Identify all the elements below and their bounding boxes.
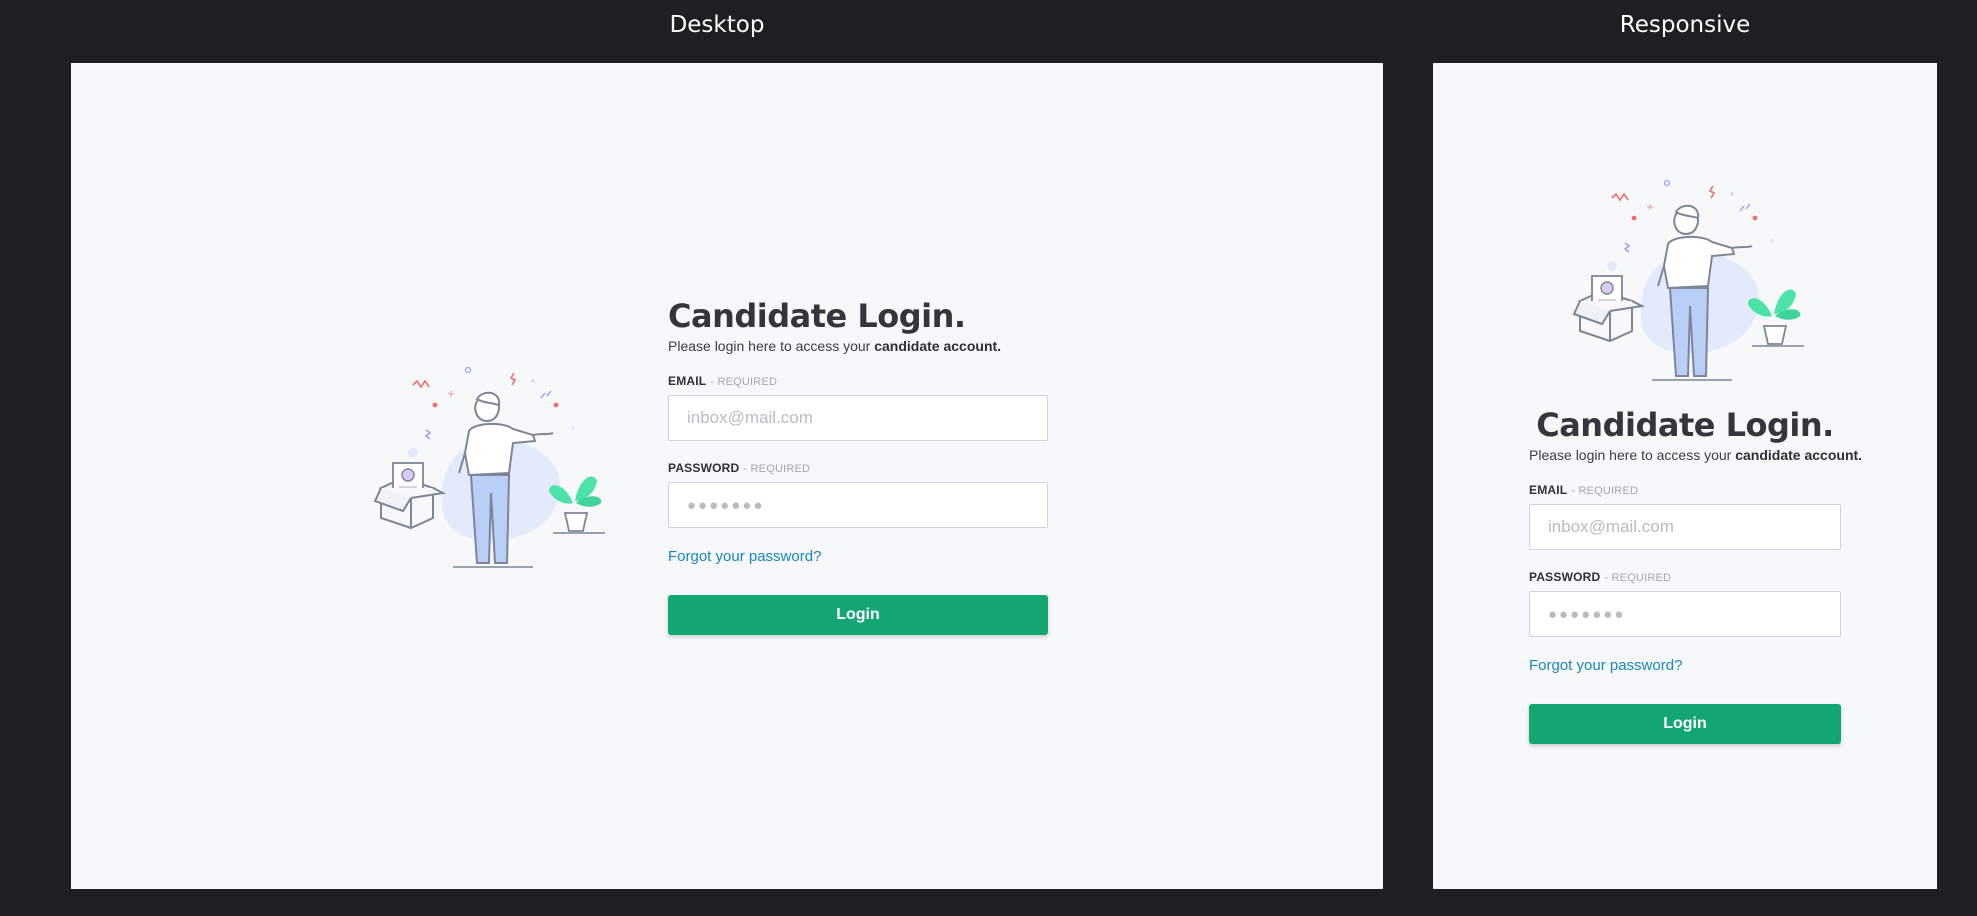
desktop-preview: Candidate Login. Please login here to ac… <box>71 63 1383 889</box>
page-title: Candidate Login. <box>668 297 966 335</box>
candidate-illustration-svg <box>373 366 605 568</box>
forgot-password-link[interactable]: Forgot your password? <box>668 548 1048 565</box>
email-label-text: EMAIL <box>668 374 707 388</box>
page-subtitle: Please login here to access your candida… <box>1529 447 1862 463</box>
email-label: EMAIL - REQUIRED <box>668 374 1048 388</box>
login-button[interactable]: Login <box>668 595 1048 635</box>
password-required-text: - REQUIRED <box>1604 572 1672 584</box>
login-form: Candidate Login. Please login here to ac… <box>1529 405 1862 744</box>
subtitle-emphasis: candidate account. <box>1735 447 1863 463</box>
email-label: EMAIL - REQUIRED <box>1529 483 1841 497</box>
subtitle-text: Please login here to access your <box>1529 447 1736 463</box>
email-placeholder: inbox@mail.com <box>687 408 813 427</box>
password-placeholder: ●●●●●●● <box>687 496 765 514</box>
password-label: PASSWORD - REQUIRED <box>1529 570 1841 584</box>
candidate-illustration-svg <box>1572 179 1804 381</box>
email-label-text: EMAIL <box>1529 483 1568 497</box>
forgot-password-link[interactable]: Forgot your password? <box>1529 657 1841 674</box>
subtitle-text: Please login here to access your <box>668 338 875 354</box>
responsive-panel-label: Responsive <box>1619 12 1751 38</box>
password-label-text: PASSWORD <box>1529 570 1601 584</box>
page-subtitle: Please login here to access your candida… <box>668 338 1048 354</box>
login-form: Candidate Login. Please login here to ac… <box>668 296 1048 635</box>
password-label-text: PASSWORD <box>668 461 740 475</box>
candidate-illustration <box>373 363 613 578</box>
responsive-preview: Candidate Login. Please login here to ac… <box>1433 63 1937 889</box>
password-required-text: - REQUIRED <box>743 463 811 475</box>
password-placeholder: ●●●●●●● <box>1548 605 1626 623</box>
password-label: PASSWORD - REQUIRED <box>668 461 1048 475</box>
page-title: Candidate Login. <box>1536 406 1834 444</box>
subtitle-emphasis: candidate account. <box>874 338 1002 354</box>
email-field[interactable]: inbox@mail.com <box>668 395 1048 441</box>
email-field[interactable]: inbox@mail.com <box>1529 504 1841 550</box>
login-button[interactable]: Login <box>1529 704 1841 744</box>
email-placeholder: inbox@mail.com <box>1548 517 1674 536</box>
email-required-text: - REQUIRED <box>1571 485 1639 497</box>
desktop-panel-label: Desktop <box>669 12 765 38</box>
email-required-text: - REQUIRED <box>710 376 778 388</box>
candidate-illustration <box>1572 176 1812 391</box>
password-field[interactable]: ●●●●●●● <box>668 482 1048 528</box>
password-field[interactable]: ●●●●●●● <box>1529 591 1841 637</box>
